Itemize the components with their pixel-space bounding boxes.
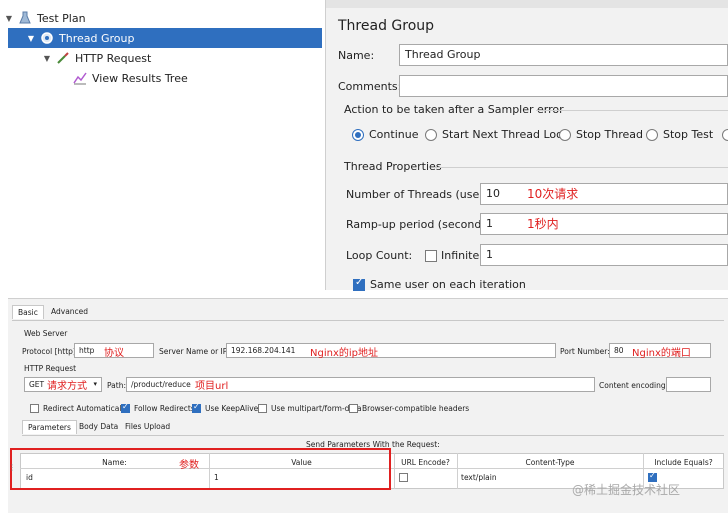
name-label: Name: [338,49,375,62]
tab-advanced[interactable]: Advanced [46,305,93,318]
encoding-label: Content encoding: [599,381,669,390]
params-highlight-box [10,448,391,490]
test-plan-icon [17,10,33,26]
url-encode-checkbox[interactable] [399,473,408,482]
use-multipart-checkbox[interactable] [258,404,267,413]
name-field[interactable]: Thread Group [399,44,728,66]
drag-handle-icon[interactable]: ⋮ [8,463,16,472]
redirect-automatically-checkbox[interactable] [30,404,39,413]
port-label: Port Number: [560,347,610,356]
continue-radio[interactable] [352,129,364,141]
comments-label: Comments: [338,80,402,93]
column-header-url-encode: URL Encode? [401,458,450,467]
method-annotation: 请求方式 [47,381,87,392]
infinite-label: Infinite [441,249,480,262]
chevron-down-icon[interactable]: ▼ [42,54,52,63]
tab-body-data[interactable]: Body Data [74,420,123,433]
rampup-annotation: 1秒内 [527,217,559,231]
rampup-field[interactable]: 1 [480,213,728,235]
column-header-include-equals: Include Equals? [654,458,713,467]
tab-files-upload[interactable]: Files Upload [120,420,175,433]
section-divider [434,167,728,168]
port-annotation: Nginx的端口 [632,348,691,359]
encoding-field[interactable] [666,377,711,392]
threads-label: Number of Threads (users): [346,188,498,201]
loop-count-label: Loop Count: [346,249,413,262]
tree-item-label: Test Plan [37,11,86,25]
chevron-down-icon[interactable]: ▼ [4,14,14,23]
tree-item-thread-group[interactable]: ▼ Thread Group [8,28,322,48]
method-value: GET [29,380,45,389]
tree-item-label: HTTP Request [75,51,152,65]
threads-annotation: 10次请求 [527,187,579,201]
same-user-checkbox[interactable] [353,277,365,291]
tab-divider [12,320,724,321]
sampler-error-section-title: Action to be taken after a Sampler error [344,103,564,116]
http-request-section-label: HTTP Request [24,364,77,373]
tree-item-label: View Results Tree [92,71,188,85]
protocol-annotation: 协议 [104,348,124,359]
tree-item-test-plan[interactable]: ▼ Test Plan [0,8,326,28]
infinite-checkbox[interactable] [425,250,437,262]
content-type-cell[interactable]: text/plain [461,473,497,482]
continue-label: Continue [369,128,419,141]
protocol-label: Protocol [http]: [22,347,79,356]
tree-item-label: Thread Group [59,31,135,45]
stop-test-radio[interactable] [646,129,658,141]
stop-test-now-radio[interactable] [722,129,728,141]
rampup-label: Ramp-up period (seconds): [346,218,496,231]
use-multipart-label: Use multipart/form-data [271,404,362,413]
tree-item-http-request[interactable]: ▼ HTTP Request [0,48,326,68]
gear-icon [39,30,55,46]
http-request-panel: Basic Advanced Web Server Protocol [http… [8,298,728,513]
use-keepalive-checkbox[interactable] [192,402,201,413]
threads-field[interactable]: 10 [480,183,728,205]
server-annotation: Nginx的ip地址 [310,348,378,359]
same-user-label: Same user on each iteration [370,278,526,291]
pipette-icon [55,50,71,66]
path-label: Path: [107,381,127,390]
tab-divider [22,435,724,436]
server-field[interactable]: 192.168.204.141 [226,343,556,358]
thread-group-panel: Thread Group Name: Thread Group Comments… [326,0,728,291]
follow-redirects-checkbox[interactable] [121,402,130,413]
server-label: Server Name or IP: [159,347,230,356]
browser-compatible-label: Browser-compatible headers [362,404,470,413]
follow-redirects-label: Follow Redirects [134,404,195,413]
stop-thread-radio[interactable] [559,129,571,141]
chevron-down-icon[interactable]: ▼ [26,34,36,43]
watermark: @稀土掘金技术社区 [572,483,681,497]
stop-thread-label: Stop Thread [576,128,643,141]
start-next-thread-loop-label: Start Next Thread Loop [442,128,570,141]
test-plan-tree: ▼ Test Plan ▼ Thread Group ▼ HTTP Reques… [0,0,326,290]
loop-count-field[interactable]: 1 [480,244,728,266]
thread-properties-section-title: Thread Properties [344,160,442,173]
path-annotation: 项目url [195,381,229,392]
comments-field[interactable] [399,75,728,97]
tab-basic[interactable]: Basic [12,305,44,319]
web-server-label: Web Server [24,329,68,338]
redirect-automatically-label: Redirect Automatically [43,404,128,413]
section-divider [536,110,728,111]
chart-icon [72,70,88,86]
tree-item-view-results-tree[interactable]: View Results Tree [0,68,326,88]
use-keepalive-label: Use KeepAlive [205,404,259,413]
browser-compatible-checkbox[interactable] [349,404,358,413]
stop-test-label: Stop Test [663,128,714,141]
chevron-down-icon: ▾ [93,380,97,388]
start-next-thread-loop-radio[interactable] [425,129,437,141]
column-header-content-type: Content-Type [525,458,575,467]
panel-title: Thread Group [338,18,435,34]
tab-parameters[interactable]: Parameters [22,420,77,434]
